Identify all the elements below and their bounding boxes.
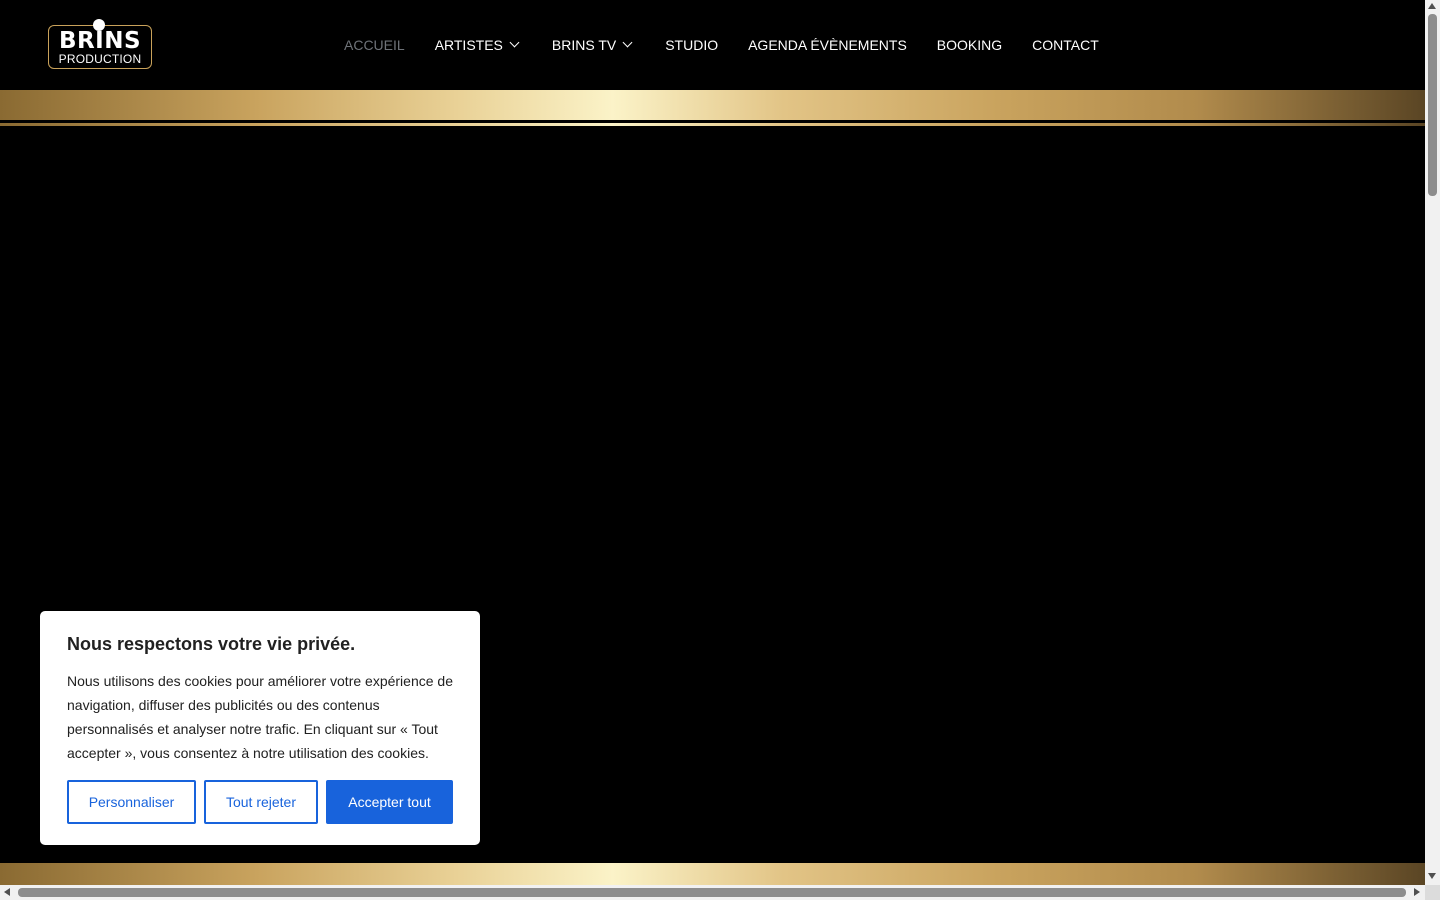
vertical-scroll-thumb[interactable] [1428, 14, 1437, 196]
nav-item-booking[interactable]: BOOKING [937, 33, 1002, 57]
nav-item-agenda[interactable]: AGENDA ÉVÈNEMENTS [748, 33, 907, 57]
nav-item-label: CONTACT [1032, 37, 1099, 53]
gold-divider-line [0, 120, 1425, 123]
scroll-right-arrow-icon[interactable] [1414, 888, 1420, 896]
site-header: BRINS PRODUCTION ACCUEIL ARTISTES BRINS … [0, 0, 1425, 90]
scrollbar-corner [1425, 885, 1440, 900]
scroll-down-arrow-icon[interactable] [1428, 873, 1436, 879]
nav-item-label: ACCUEIL [344, 37, 405, 53]
nav-item-label: AGENDA ÉVÈNEMENTS [748, 37, 907, 53]
nav-item-brins-tv[interactable]: BRINS TV [552, 33, 635, 57]
chevron-down-icon [509, 37, 520, 48]
nav-item-label: STUDIO [665, 37, 719, 53]
cookie-title: Nous respectons votre vie privée. [67, 634, 356, 654]
nav-item-contact[interactable]: CONTACT [1032, 33, 1099, 57]
page: BRINS PRODUCTION ACCUEIL ARTISTES BRINS … [0, 0, 1425, 885]
nav-item-label: BRINS TV [551, 37, 617, 53]
logo-main-text: BRINS [58, 28, 142, 54]
horizontal-scrollbar[interactable] [0, 885, 1425, 900]
cookie-actions: Personnaliser Tout rejeter Accepter tout [67, 780, 453, 824]
vertical-scrollbar[interactable] [1425, 0, 1440, 885]
cookie-description: Nous utilisons des cookies pour améliore… [67, 673, 453, 761]
gold-divider-bottom [0, 863, 1425, 885]
scroll-up-arrow-icon[interactable] [1428, 3, 1436, 9]
reject-all-button[interactable]: Tout rejeter [204, 780, 318, 824]
nav-item-studio[interactable]: STUDIO [665, 33, 718, 57]
scroll-left-arrow-icon[interactable] [4, 888, 10, 896]
main-nav: ACCUEIL ARTISTES BRINS TV STUDIO AGENDA … [344, 33, 1129, 57]
nav-item-label: ARTISTES [434, 37, 503, 53]
nav-item-accueil[interactable]: ACCUEIL [344, 33, 405, 57]
logo-sub-text: PRODUCTION [58, 52, 142, 66]
chevron-down-icon [622, 37, 633, 48]
horizontal-scroll-thumb[interactable] [18, 888, 1406, 897]
nav-item-label: BOOKING [936, 37, 1003, 53]
brins-production-logo[interactable]: BRINS PRODUCTION [48, 19, 152, 69]
nav-item-artistes[interactable]: ARTISTES [435, 33, 522, 57]
cookie-consent-banner: Nous respectons votre vie privée. Nous u… [40, 611, 480, 845]
customize-button[interactable]: Personnaliser [67, 780, 196, 824]
logo-dot [93, 19, 105, 31]
accept-all-button[interactable]: Accepter tout [326, 780, 453, 824]
